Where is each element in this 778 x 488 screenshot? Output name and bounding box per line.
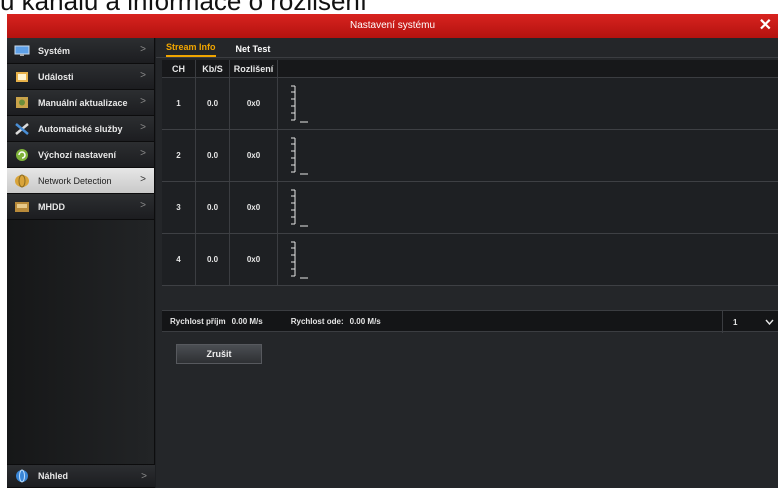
cell-graph: [278, 130, 778, 181]
sidebar-item-label: Výchozí nastavení: [38, 149, 117, 160]
cell-resolution: 0x0: [230, 130, 278, 181]
table-row[interactable]: 4 0.0 0x0: [162, 234, 778, 286]
bitrate-graph: [291, 241, 308, 278]
chevron-right-icon: >: [140, 200, 146, 211]
page-select[interactable]: 1: [722, 311, 778, 333]
column-header-resolution: Rozlišení: [230, 60, 278, 77]
chevron-right-icon: >: [140, 174, 146, 185]
dvr-screen: Nastavení systému ✕ Systém > Události > …: [7, 14, 778, 488]
sidebar-item-system[interactable]: Systém >: [7, 38, 154, 64]
chevron-right-icon: >: [140, 122, 146, 133]
table-row[interactable]: 2 0.0 0x0: [162, 130, 778, 182]
cell-bitrate: 0.0: [196, 78, 230, 129]
sidebar-item-defaults[interactable]: Výchozí nastavení >: [7, 142, 154, 168]
cell-resolution: 0x0: [230, 182, 278, 233]
chevron-down-icon: [765, 318, 774, 327]
cell-channel: 3: [162, 182, 196, 233]
sidebar-item-label: Manuální aktualizace: [38, 97, 128, 108]
sidebar-item-label: MHDD: [38, 201, 65, 212]
tab-stream-info[interactable]: Stream Info: [166, 42, 216, 57]
window-title: Nastavení systému: [349, 20, 436, 31]
cell-graph: [278, 78, 778, 129]
globe-icon: [13, 469, 30, 483]
chevron-right-icon: >: [140, 148, 146, 159]
page-select-value: 1: [733, 317, 738, 327]
tools-icon: [13, 122, 30, 136]
cell-resolution: 0x0: [230, 234, 278, 285]
update-icon: [13, 96, 30, 110]
tab-bar: Stream Info Net Test: [156, 38, 778, 58]
column-header-kbs: Kb/S: [196, 60, 230, 77]
folder-icon: [13, 70, 30, 84]
chevron-right-icon: >: [140, 70, 146, 81]
cell-channel: 1: [162, 78, 196, 129]
column-header-graph: [278, 60, 778, 77]
cell-channel: 2: [162, 130, 196, 181]
sidebar-item-label: Události: [38, 71, 74, 82]
sidebar-item-manual-update[interactable]: Manuální aktualizace >: [7, 90, 154, 116]
chevron-right-icon: >: [140, 96, 146, 107]
chevron-right-icon: >: [141, 471, 147, 482]
main-content: Stream Info Net Test CH Kb/S Rozlišení 1…: [156, 38, 778, 488]
column-header-ch: CH: [162, 60, 196, 77]
sidebar-item-auto-services[interactable]: Automatické služby >: [7, 116, 154, 142]
send-speed-value: 0.00 M/s: [349, 316, 381, 326]
sidebar-item-network-detection[interactable]: Network Detection >: [7, 168, 154, 194]
window-titlebar: Nastavení systému ✕: [7, 14, 778, 38]
refresh-icon: [13, 148, 30, 162]
cell-bitrate: 0.0: [196, 182, 230, 233]
cell-channel: 4: [162, 234, 196, 285]
chevron-right-icon: >: [140, 44, 146, 55]
computer-icon: [13, 44, 30, 58]
receive-speed-label: Rychlost příjm: [170, 316, 226, 326]
tab-net-test[interactable]: Net Test: [236, 44, 271, 57]
table-header: CH Kb/S Rozlišení: [162, 60, 778, 78]
sidebar-item-events[interactable]: Události >: [7, 64, 154, 90]
cancel-button[interactable]: Zrušit: [176, 344, 262, 364]
stream-table: CH Kb/S Rozlišení 1 0.0 0x0 2 0.0 0x0 3 …: [162, 60, 778, 308]
sidebar-item-mhdd[interactable]: MHDD >: [7, 194, 154, 220]
sidebar: Systém > Události > Manuální aktualizace…: [7, 38, 155, 488]
cell-graph: [278, 234, 778, 285]
bitrate-graph: [291, 85, 308, 122]
table-row[interactable]: 1 0.0 0x0: [162, 78, 778, 130]
network-icon: [13, 174, 30, 188]
cell-bitrate: 0.0: [196, 130, 230, 181]
cell-resolution: 0x0: [230, 78, 278, 129]
cell-bitrate: 0.0: [196, 234, 230, 285]
close-icon[interactable]: ✕: [759, 14, 772, 38]
bitrate-graph: [291, 137, 308, 174]
disk-icon: [13, 200, 30, 214]
table-row[interactable]: 3 0.0 0x0: [162, 182, 778, 234]
cell-graph: [278, 182, 778, 233]
send-speed-label: Rychlost ode:: [290, 316, 344, 326]
sidebar-item-label: Náhled: [38, 471, 69, 481]
bitrate-graph: [291, 189, 308, 226]
sidebar-item-label: Systém: [38, 45, 71, 56]
sidebar-item-label: Network Detection: [38, 175, 112, 186]
sidebar-item-preview[interactable]: Náhled >: [7, 464, 155, 488]
speed-info-bar: Rychlost příjm 0.00 M/s Rychlost ode: 0.…: [162, 310, 778, 333]
sidebar-item-label: Automatické služby: [38, 123, 123, 134]
receive-speed-value: 0.00 M/s: [231, 316, 263, 326]
